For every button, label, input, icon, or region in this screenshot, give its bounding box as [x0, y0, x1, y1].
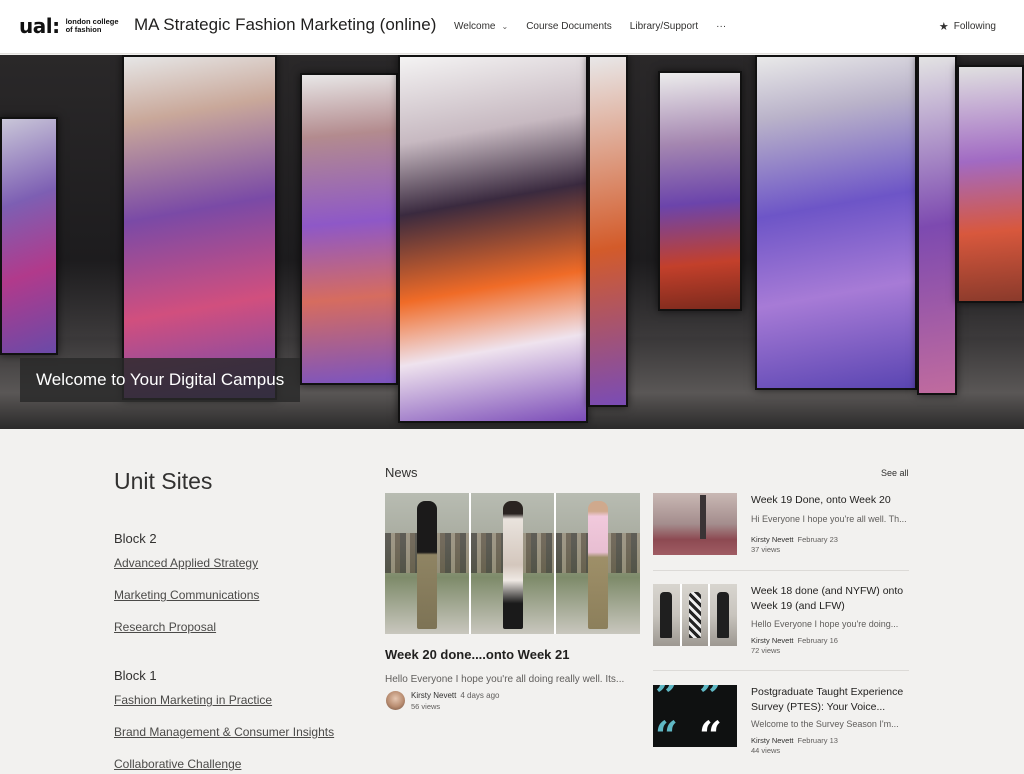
unit-link-brand-management[interactable]: Brand Management & Consumer Insights	[114, 725, 334, 739]
news-thumbnail: ” ” “ “	[653, 685, 737, 747]
author-name[interactable]: Kirsty Nevett	[751, 636, 794, 645]
quote-mark-icon: “	[699, 713, 723, 748]
news-item-description: Hi Everyone I hope you're all well. Th..…	[751, 514, 907, 524]
featured-news-description: Hello Everyone I hope you're all doing r…	[385, 674, 625, 685]
chevron-down-icon: ⌄	[501, 22, 509, 31]
news-heading: News	[385, 465, 418, 480]
post-date: 4 days ago	[460, 691, 500, 700]
view-count: 72 views	[751, 646, 781, 655]
news-thumbnail	[653, 493, 737, 555]
following-button[interactable]: ★ Following	[939, 20, 996, 33]
unit-link-fashion-marketing-in-practice[interactable]: Fashion Marketing in Practice	[114, 693, 272, 707]
nav-item-label: Library/Support	[629, 21, 699, 32]
see-all-link[interactable]: See all	[881, 468, 909, 478]
divider	[653, 670, 909, 671]
news-item-title[interactable]: Week 18 done (and NYFW) onto Week 19 (an…	[751, 584, 909, 614]
block-heading: Block 2	[114, 531, 157, 546]
hero-image-panel	[588, 55, 628, 407]
news-item[interactable]: Week 19 Done, onto Week 20 Hi Everyone I…	[653, 493, 909, 563]
author-name[interactable]: Kirsty Nevett	[411, 691, 456, 700]
unit-link-research-proposal[interactable]: Research Proposal	[114, 620, 216, 634]
post-date: February 16	[797, 636, 838, 645]
news-item[interactable]: Week 18 done (and NYFW) onto Week 19 (an…	[653, 584, 909, 658]
view-count: 37 views	[751, 545, 781, 554]
runway-photo	[385, 493, 469, 634]
unit-link-collaborative-challenge[interactable]: Collaborative Challenge	[114, 757, 241, 771]
nav-item-welcome[interactable]: Welcome ⌄	[454, 21, 508, 32]
featured-news-byline: Kirsty Nevett 4 days ago	[411, 691, 499, 700]
unit-link-marketing-communications[interactable]: Marketing Communications	[114, 588, 259, 602]
hero-image-panel	[300, 73, 398, 385]
hero-caption: Welcome to Your Digital Campus	[20, 358, 301, 402]
view-count: 56 views	[411, 702, 441, 711]
hero-image-panel	[122, 55, 277, 400]
logo-ual-text: ual:	[19, 14, 60, 38]
avatar	[386, 691, 405, 710]
hero-banner: Welcome to Your Digital Campus	[0, 55, 1024, 429]
quote-mark-icon: “	[655, 713, 679, 748]
hero-image-panel	[658, 71, 742, 311]
logo-college-text: london college of fashion	[65, 17, 119, 34]
news-thumbnail	[653, 584, 737, 646]
runway-photo	[470, 493, 555, 634]
more-icon: ···	[716, 21, 727, 32]
featured-news-image[interactable]	[385, 493, 641, 634]
author-name[interactable]: Kirsty Nevett	[751, 736, 794, 745]
hero-image-panel	[0, 117, 58, 355]
nav-item-label: Welcome	[454, 21, 496, 32]
view-count: 44 views	[751, 746, 781, 755]
nav-item-course-documents[interactable]: Course Documents	[526, 21, 612, 32]
nav-item-library-support[interactable]: Library/Support	[630, 21, 698, 32]
site-header: ual: london college of fashion MA Strate…	[0, 0, 1024, 54]
top-nav: Welcome ⌄ Course Documents Library/Suppo…	[454, 21, 744, 32]
ual-logo[interactable]: ual: london college of fashion	[19, 14, 126, 38]
star-icon: ★	[938, 21, 949, 33]
nav-more-button[interactable]: ···	[716, 21, 726, 32]
unit-sites-title: Unit Sites	[114, 468, 213, 494]
news-item-title[interactable]: Postgraduate Taught Experience Survey (P…	[751, 685, 909, 715]
following-label: Following	[953, 21, 996, 32]
featured-news-title[interactable]: Week 20 done....onto Week 21	[385, 647, 569, 662]
post-date: February 23	[797, 535, 838, 544]
news-item-byline: Kirsty Nevett February 23	[751, 535, 838, 544]
nav-item-label: Course Documents	[526, 21, 612, 32]
site-title[interactable]: MA Strategic Fashion Marketing (online)	[134, 15, 436, 35]
news-item[interactable]: ” ” “ “ Postgraduate Taught Experience S…	[653, 685, 909, 759]
news-item-byline: Kirsty Nevett February 13	[751, 736, 838, 745]
hero-image-panel	[957, 65, 1024, 303]
news-item-description: Welcome to the Survey Season I'm...	[751, 719, 899, 729]
hero-image-panel	[398, 55, 588, 423]
runway-photo	[556, 493, 641, 634]
author-name[interactable]: Kirsty Nevett	[751, 535, 794, 544]
post-date: February 13	[797, 736, 838, 745]
news-item-description: Hello Everyone I hope you're doing...	[751, 619, 899, 629]
news-item-title[interactable]: Week 19 Done, onto Week 20	[751, 493, 909, 508]
hero-image-panel	[755, 55, 917, 390]
block-heading: Block 1	[114, 668, 157, 683]
divider	[653, 570, 909, 571]
news-item-byline: Kirsty Nevett February 16	[751, 636, 838, 645]
unit-link-advanced-applied-strategy[interactable]: Advanced Applied Strategy	[114, 556, 258, 570]
hero-image-panel	[917, 55, 957, 395]
